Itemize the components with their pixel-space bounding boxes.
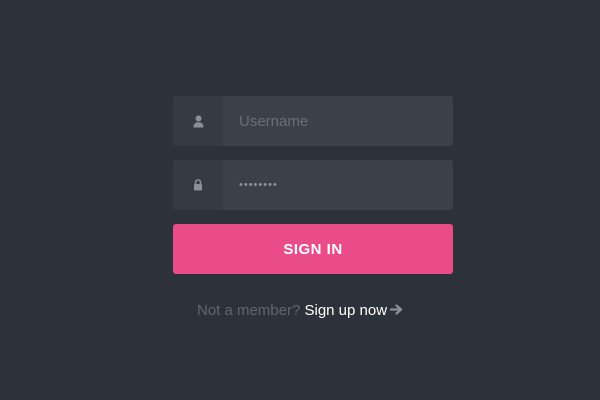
username-input[interactable] (223, 96, 453, 146)
signin-button[interactable]: SIGN IN (173, 224, 453, 274)
signup-row: Not a member? Sign up now (0, 302, 600, 320)
user-icon (193, 115, 204, 128)
signup-link-label: Sign up now (304, 302, 388, 319)
login-form: SIGN IN (173, 96, 453, 274)
lock-icon (193, 179, 203, 191)
arrow-right-icon[interactable] (389, 302, 403, 319)
password-icon-box (173, 160, 223, 210)
password-input[interactable] (223, 160, 453, 210)
username-field-group (173, 96, 453, 146)
password-field-group (173, 160, 453, 210)
signup-link[interactable]: Sign up now (304, 302, 387, 319)
signup-prompt: Not a member? (196, 302, 301, 319)
username-icon-box (173, 96, 223, 146)
